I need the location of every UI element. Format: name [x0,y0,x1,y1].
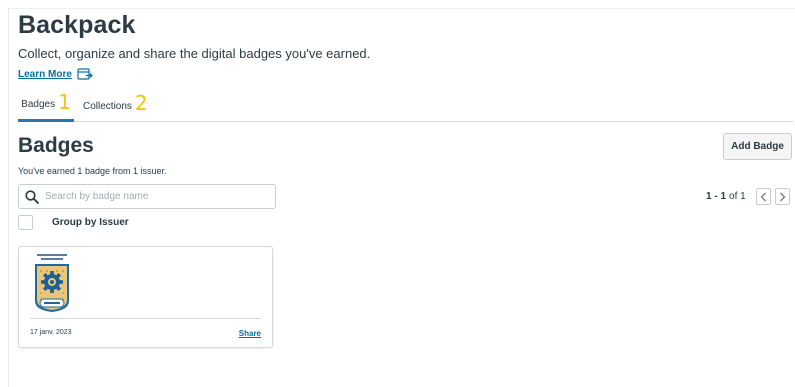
group-by-issuer-checkbox[interactable] [18,215,33,230]
earned-summary: You've earned 1 badge from 1 issuer. [18,166,167,176]
chevron-right-icon [779,192,786,201]
tab-collections[interactable]: Collections 2 [82,90,172,122]
card-divider [30,318,261,319]
page-subtitle: Collect, organize and share the digital … [18,46,371,61]
search-box [18,184,276,209]
annotation-number: 2 [134,91,148,115]
badge-image [35,254,69,312]
group-by-issuer-label: Group by Issuer [52,217,129,228]
learn-more-link[interactable]: Learn More [18,68,93,80]
search-icon [25,189,39,204]
page-frame-left [8,8,9,387]
tab-bar: Badges 1 Collections 2 [18,90,793,122]
badge-card[interactable]: 17 janv. 2023 Share [18,246,273,348]
chevron-left-icon [760,192,766,201]
page-total: of 1 [729,191,746,202]
external-link-icon [77,68,93,80]
tab-collections-label: Collections [83,100,132,112]
share-link[interactable]: Share [239,329,261,338]
learn-more-label: Learn More [18,68,72,80]
annotation-number: 1 [58,89,71,114]
pagination: 1 - 1 of 1 [706,188,790,205]
tab-badges[interactable]: Badges 1 [18,90,74,122]
page-range: 1 - 1 [706,191,727,202]
next-page-button[interactable] [774,188,790,205]
tab-badges-label: Badges [21,99,56,110]
previous-page-button[interactable] [755,188,771,205]
section-title: Badges [18,134,94,157]
page-title: Backpack [18,11,136,39]
group-by-issuer-option[interactable]: Group by Issuer [18,215,129,230]
add-badge-button[interactable]: Add Badge [723,133,792,160]
badge-date: 17 janv. 2023 [30,329,72,336]
search-input[interactable] [45,191,265,202]
page-frame-top [8,8,795,9]
